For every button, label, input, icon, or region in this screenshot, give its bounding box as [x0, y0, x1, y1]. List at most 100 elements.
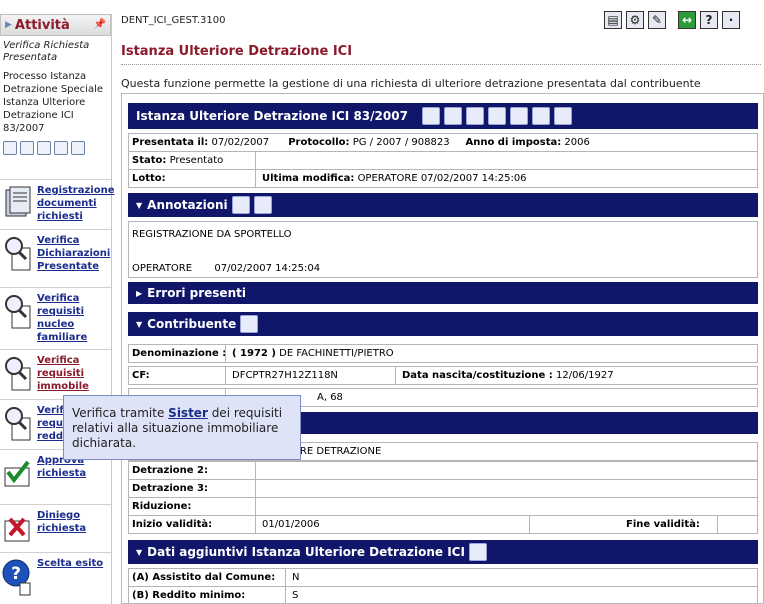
- detrazione-2-label: Detrazione 2:: [132, 465, 209, 476]
- sidebar-item-registrazione[interactable]: Registrazione documenti richiesti: [0, 179, 115, 229]
- assistito-value: N: [292, 572, 300, 583]
- sidebar-item-label[interactable]: Diniego richiesta: [37, 509, 111, 535]
- errori-header[interactable]: ▶ Errori presenti: [128, 282, 758, 304]
- protocollo-value: PG / 2007 / 908823: [352, 137, 450, 148]
- istanza-header: Istanza Ulteriore Detrazione ICI 83/2007: [128, 103, 758, 129]
- refresh-icon[interactable]: [443, 107, 462, 125]
- cf-value: DFCPTR27H12Z118N: [232, 370, 338, 381]
- main-panel: Istanza Ulteriore Detrazione ICI 83/2007…: [121, 93, 764, 604]
- forward-icon[interactable]: [487, 107, 506, 125]
- collapse-arrow-icon[interactable]: ▼: [136, 201, 142, 210]
- add-note-icon[interactable]: [231, 196, 250, 214]
- document-icon[interactable]: [253, 196, 272, 214]
- row-lotto: Lotto: Ultima modifica: OPERATORE 07/02/…: [128, 169, 758, 188]
- dati-aggiuntivi-title: Dati aggiuntivi Istanza Ulteriore Detraz…: [147, 545, 465, 559]
- denominazione-label: Denominazione :: [132, 348, 227, 359]
- search-document-icon[interactable]: [468, 543, 487, 561]
- tools-icon[interactable]: [509, 107, 528, 125]
- svg-text:?: ?: [11, 564, 21, 584]
- person-icon[interactable]: [240, 315, 259, 333]
- stato-value: Presentato: [169, 155, 224, 166]
- pin-icon[interactable]: 📌: [94, 19, 106, 30]
- indirizzo-partial: A, 68: [317, 392, 343, 403]
- inizio-validita-value: 01/01/2006: [262, 519, 320, 530]
- sidebar-item-label[interactable]: Verifica requisiti nucleo familiare: [37, 292, 111, 344]
- data-nascita-value: 12/06/1927: [555, 370, 614, 381]
- sidebar-item-label[interactable]: Registrazione documenti richiesti: [37, 184, 115, 223]
- sidebar-item-verifica-dichiarazioni[interactable]: Verifica Dichiarazioni Presentate: [0, 229, 111, 287]
- tooltip: Verifica tramite Sister dei requisiti re…: [63, 395, 301, 460]
- anno-value: 2006: [564, 137, 590, 148]
- row-riduzione: Riduzione:: [128, 497, 758, 516]
- row-assistito: (A) Assistito dal Comune: N: [128, 568, 758, 587]
- sidebar-subtitle: Verifica Richiesta Presentata: [3, 40, 90, 63]
- folder-icon[interactable]: [465, 107, 484, 125]
- sister-link[interactable]: Sister: [168, 406, 208, 420]
- magnifier-document-icon: [5, 295, 31, 329]
- row-presentata: Presentata il: 07/02/2007 Protocollo: PG…: [128, 133, 758, 152]
- dati-aggiuntivi-header[interactable]: ▼ Dati aggiuntivi Istanza Ulteriore Detr…: [128, 540, 758, 564]
- riduzione-label: Riduzione:: [132, 501, 192, 512]
- row-detrazione-3: Detrazione 3:: [128, 479, 758, 498]
- sidebar-header: ▶ Attività 📌: [0, 14, 111, 36]
- collapse-arrow-icon[interactable]: ▼: [136, 548, 142, 557]
- annotazioni-header[interactable]: ▼ Annotazioni: [128, 193, 758, 217]
- edit-icon[interactable]: ✎: [648, 11, 666, 29]
- save-icon[interactable]: [37, 141, 51, 155]
- collapse-arrow-icon[interactable]: ▼: [136, 320, 142, 329]
- sidebar-item-verifica-nucleo[interactable]: Verifica requisiti nucleo familiare: [0, 287, 111, 349]
- contribuente-title: Contribuente: [147, 317, 237, 331]
- denominazione-code: ( 1972 ): [232, 348, 276, 359]
- print-icon[interactable]: [553, 107, 572, 125]
- approve-check-icon: [4, 460, 30, 487]
- sidebar-item-scelta-esito[interactable]: ? Scelta esito: [0, 552, 111, 604]
- tooltip-text-before: Verifica tramite: [72, 406, 169, 420]
- minimize-icon[interactable]: ·: [722, 11, 740, 29]
- list-icon[interactable]: ▤: [604, 11, 622, 29]
- edit-icon[interactable]: [421, 107, 440, 125]
- istanza-title: Istanza Ulteriore Detrazione ICI 83/2007: [136, 109, 408, 123]
- row-cf: CF: DFCPTR27H12Z118N Data nascita/costit…: [128, 366, 758, 385]
- sidebar-item-verifica-immobile[interactable]: Verifica requisiti immobile: [0, 349, 111, 399]
- detrazione-3-label: Detrazione 3:: [132, 483, 209, 494]
- document-icon[interactable]: [531, 107, 550, 125]
- swap-icon[interactable]: ↔: [678, 11, 696, 29]
- row-detrazione-2: Detrazione 2:: [128, 461, 758, 480]
- question-icon: ?: [2, 559, 31, 596]
- sidebar-item-diniego[interactable]: Diniego richiesta: [0, 504, 111, 552]
- search-document-icon[interactable]: [20, 141, 34, 155]
- errori-title: Errori presenti: [147, 286, 246, 300]
- page-title: Istanza Ulteriore Detrazione ICI: [121, 44, 353, 59]
- magnifier-document-icon: [5, 407, 31, 441]
- documents-icon: [5, 186, 31, 217]
- sidebar-item-label[interactable]: Verifica Dichiarazioni Presentate: [37, 234, 111, 273]
- row-denominazione: Denominazione : ( 1972 ) DE FACHINETTI/P…: [128, 344, 758, 363]
- data-nascita-label: Data nascita/costituzione :: [402, 370, 553, 381]
- gear-icon[interactable]: ⚙: [626, 11, 644, 29]
- reddito-value: S: [292, 590, 299, 601]
- function-code: DENT_ICI_GEST.3100: [121, 15, 226, 26]
- row-validita: Inizio validità: 01/01/2006 Fine validit…: [128, 515, 758, 534]
- top-toolbar: ▤ ⚙ ✎ ↔ ? ·: [604, 11, 740, 29]
- assistito-label: (A) Assistito dal Comune:: [132, 572, 276, 583]
- help-button[interactable]: ?: [700, 11, 718, 29]
- annotazioni-title: Annotazioni: [147, 198, 228, 212]
- expand-arrow-icon[interactable]: ▶: [5, 20, 12, 30]
- ultima-modifica-value: OPERATORE 07/02/2007 14:25:06: [357, 173, 527, 184]
- annotazioni-operator: OPERATORE: [132, 263, 193, 274]
- sidebar-tools: [0, 135, 111, 159]
- sidebar-item-label[interactable]: Scelta esito: [37, 557, 103, 570]
- magnifier-document-icon: [5, 237, 31, 271]
- expand-arrow-icon[interactable]: ▶: [136, 289, 142, 298]
- document-icon[interactable]: [71, 141, 85, 155]
- sidebar-item-label[interactable]: Verifica requisiti immobile: [37, 354, 111, 393]
- contribuente-header[interactable]: ▼ Contribuente: [128, 312, 758, 336]
- sidebar-title: Attività: [14, 17, 70, 33]
- chart-icon[interactable]: [3, 141, 17, 155]
- folder-icon[interactable]: [54, 141, 68, 155]
- denominazione-value: DE FACHINETTI/PIETRO: [279, 348, 394, 359]
- inizio-validita-label: Inizio validità:: [132, 519, 213, 530]
- magnifier-document-icon: [5, 357, 31, 391]
- protocollo-label: Protocollo:: [288, 137, 350, 148]
- lotto-label: Lotto:: [132, 173, 166, 184]
